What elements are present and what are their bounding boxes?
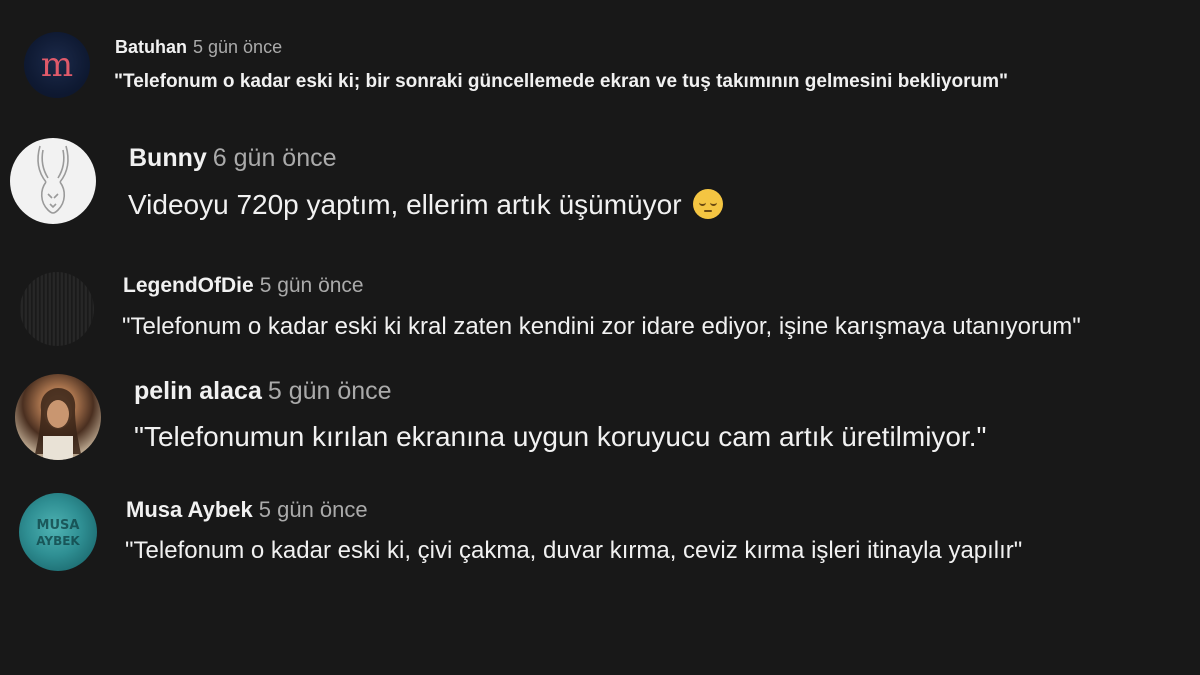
comment-author[interactable]: Batuhan	[115, 37, 187, 57]
comment-text: "Telefonum o kadar eski ki; bir sonraki …	[114, 71, 1009, 92]
avatar[interactable]	[15, 374, 101, 460]
comment-time[interactable]: 5 gün önce	[268, 377, 392, 405]
comment-header: Batuhan 5 gün önce	[115, 37, 282, 58]
m-logo-icon: m	[41, 45, 73, 85]
comment-header: pelin alaca 5 gün önce	[134, 377, 392, 406]
comment-text-container: Videoyu 720p yaptım, ellerim artık üşümü…	[128, 189, 724, 221]
comment-header: LegendOfDie 5 gün önce	[123, 274, 364, 298]
musa-aybek-logo-icon: MUSA AYBEK	[36, 518, 80, 548]
avatar[interactable]	[20, 272, 94, 346]
comment-author[interactable]: Bunny	[129, 144, 207, 172]
avatar[interactable]: MUSA AYBEK	[19, 493, 97, 571]
rabbit-icon	[37, 145, 69, 214]
avatar[interactable]: m	[24, 32, 90, 98]
comment-header: Bunny 6 gün önce	[129, 144, 337, 173]
svg-text:AYBEK: AYBEK	[36, 534, 80, 548]
comment-author[interactable]: pelin alaca	[134, 377, 262, 405]
comment-time[interactable]: 5 gün önce	[260, 274, 364, 297]
svg-text:m: m	[41, 45, 73, 85]
comment-text: Videoyu 720p yaptım, ellerim artık üşümü…	[128, 189, 682, 220]
svg-text:MUSA: MUSA	[37, 518, 80, 533]
person-photo-icon	[35, 388, 81, 460]
comment-text: "Telefonum o kadar eski ki, çivi çakma, …	[125, 537, 1023, 564]
avatar[interactable]	[10, 138, 96, 224]
comment-time[interactable]: 5 gün önce	[193, 37, 282, 57]
comment-text: "Telefonum o kadar eski ki kral zaten ke…	[122, 313, 1081, 340]
comment-text: "Telefonumun kırılan ekranına uygun koru…	[134, 421, 987, 452]
comment-time[interactable]: 5 gün önce	[259, 497, 368, 522]
comment-header: Musa Aybek 5 gün önce	[126, 497, 368, 523]
comment-author[interactable]: LegendOfDie	[123, 274, 254, 297]
comment-author[interactable]: Musa Aybek	[126, 497, 253, 522]
comment-time[interactable]: 6 gün önce	[213, 144, 337, 172]
pensive-face-icon	[693, 189, 724, 219]
